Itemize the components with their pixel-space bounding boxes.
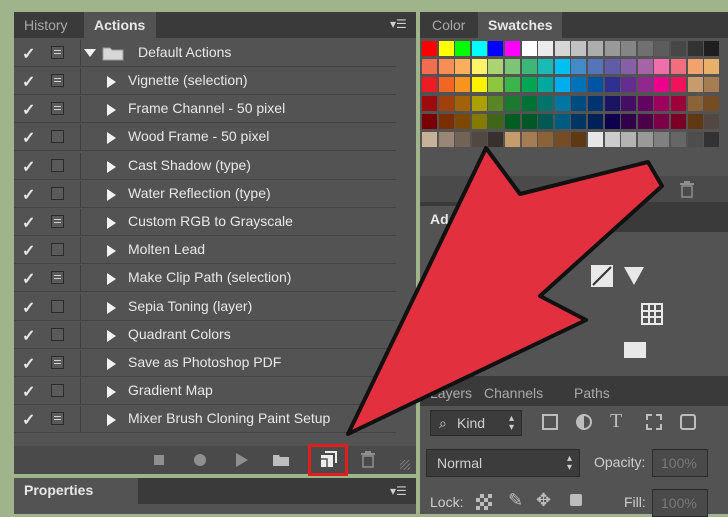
annotation-arrow	[346, 146, 664, 436]
